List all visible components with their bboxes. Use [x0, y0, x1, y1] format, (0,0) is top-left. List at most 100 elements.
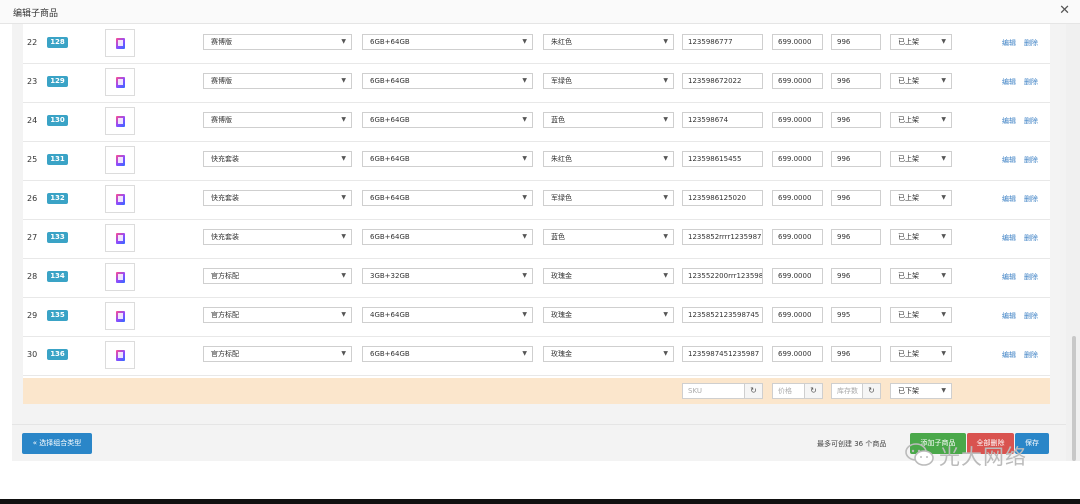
edit-link[interactable]: 编辑	[1002, 77, 1016, 87]
refresh-icon[interactable]: ↻	[805, 383, 823, 399]
variant-select[interactable]: 快充套装 ▼	[203, 151, 352, 167]
stock-input[interactable]: 996	[831, 112, 881, 128]
product-thumbnail[interactable]	[105, 341, 135, 369]
stock-input[interactable]: 996	[831, 190, 881, 206]
sku-input[interactable]: 123598615455	[682, 151, 763, 167]
edit-link[interactable]: 编辑	[1002, 116, 1016, 126]
storage-select[interactable]: 6GB+64GB ▼	[362, 190, 533, 206]
color-select[interactable]: 蓝色 ▼	[543, 112, 674, 128]
price-input[interactable]: 699.0000	[772, 151, 823, 167]
delete-link[interactable]: 删除	[1024, 311, 1038, 321]
variant-select[interactable]: 官方标配 ▼	[203, 307, 352, 323]
price-input[interactable]: 699.0000	[772, 73, 823, 89]
status-select[interactable]: 已上架 ▼	[890, 190, 952, 206]
vertical-scrollbar[interactable]	[1066, 24, 1080, 461]
color-select[interactable]: 朱红色 ▼	[543, 34, 674, 50]
status-select[interactable]: 已上架 ▼	[890, 268, 952, 284]
sku-input[interactable]: 1235987451235987	[682, 346, 763, 362]
product-thumbnail[interactable]	[105, 185, 135, 213]
stock-input[interactable]: 996	[831, 268, 881, 284]
delete-link[interactable]: 删除	[1024, 77, 1038, 87]
status-select[interactable]: 已上架 ▼	[890, 112, 952, 128]
status-select[interactable]: 已上架 ▼	[890, 34, 952, 50]
edit-link[interactable]: 编辑	[1002, 311, 1016, 321]
product-thumbnail[interactable]	[105, 263, 135, 291]
color-select[interactable]: 玫瑰金 ▼	[543, 346, 674, 362]
product-thumbnail[interactable]	[105, 107, 135, 135]
delete-link[interactable]: 删除	[1024, 233, 1038, 243]
sku-input[interactable]: 123598672022	[682, 73, 763, 89]
batch-status-select[interactable]: 已下架 ▼	[890, 383, 952, 399]
stock-input[interactable]: 996	[831, 73, 881, 89]
stock-input[interactable]: 996	[831, 151, 881, 167]
storage-select[interactable]: 3GB+32GB ▼	[362, 268, 533, 284]
delete-link[interactable]: 删除	[1024, 38, 1038, 48]
storage-select[interactable]: 6GB+64GB ▼	[362, 229, 533, 245]
variant-select[interactable]: 快充套装 ▼	[203, 190, 352, 206]
batch-sku-input[interactable]: SKU	[682, 383, 745, 399]
sku-input[interactable]: 1235852123598745	[682, 307, 763, 323]
variant-select[interactable]: 赛博版 ▼	[203, 34, 352, 50]
price-input[interactable]: 699.0000	[772, 307, 823, 323]
delete-link[interactable]: 删除	[1024, 350, 1038, 360]
edit-link[interactable]: 编辑	[1002, 155, 1016, 165]
product-thumbnail[interactable]	[105, 29, 135, 57]
price-input[interactable]: 699.0000	[772, 190, 823, 206]
product-thumbnail[interactable]	[105, 302, 135, 330]
edit-link[interactable]: 编辑	[1002, 233, 1016, 243]
sku-input[interactable]: 123598674	[682, 112, 763, 128]
color-select[interactable]: 军绿色 ▼	[543, 190, 674, 206]
storage-select[interactable]: 6GB+64GB ▼	[362, 151, 533, 167]
stock-input[interactable]: 995	[831, 307, 881, 323]
variant-select[interactable]: 快充套装 ▼	[203, 229, 352, 245]
delete-link[interactable]: 删除	[1024, 116, 1038, 126]
color-select[interactable]: 军绿色 ▼	[543, 73, 674, 89]
storage-select[interactable]: 6GB+64GB ▼	[362, 73, 533, 89]
sku-input[interactable]: 123552200rrr123598	[682, 268, 763, 284]
batch-stock-input[interactable]: 库存数	[831, 383, 863, 399]
sku-input[interactable]: 1235986125020	[682, 190, 763, 206]
edit-link[interactable]: 编辑	[1002, 272, 1016, 282]
storage-select[interactable]: 6GB+64GB ▼	[362, 346, 533, 362]
price-input[interactable]: 699.0000	[772, 34, 823, 50]
stock-input[interactable]: 996	[831, 346, 881, 362]
product-thumbnail[interactable]	[105, 224, 135, 252]
delete-link[interactable]: 删除	[1024, 272, 1038, 282]
sku-input[interactable]: 1235986777	[682, 34, 763, 50]
stock-input[interactable]: 996	[831, 229, 881, 245]
price-input[interactable]: 699.0000	[772, 112, 823, 128]
stock-input[interactable]: 996	[831, 34, 881, 50]
delete-link[interactable]: 删除	[1024, 155, 1038, 165]
product-thumbnail[interactable]	[105, 68, 135, 96]
variant-select[interactable]: 赛博版 ▼	[203, 112, 352, 128]
status-select[interactable]: 已上架 ▼	[890, 229, 952, 245]
price-input[interactable]: 699.0000	[772, 229, 823, 245]
storage-select[interactable]: 4GB+64GB ▼	[362, 307, 533, 323]
select-combination-type-button[interactable]: « 选择组合类型	[22, 433, 92, 454]
status-select[interactable]: 已上架 ▼	[890, 151, 952, 167]
variant-select[interactable]: 赛博版 ▼	[203, 73, 352, 89]
scrollbar-thumb[interactable]	[1072, 336, 1076, 461]
sku-input[interactable]: 1235852rrrr1235987	[682, 229, 763, 245]
storage-select[interactable]: 6GB+64GB ▼	[362, 112, 533, 128]
refresh-icon[interactable]: ↻	[863, 383, 881, 399]
color-select[interactable]: 玫瑰金 ▼	[543, 307, 674, 323]
price-input[interactable]: 699.0000	[772, 346, 823, 362]
product-thumbnail[interactable]	[105, 146, 135, 174]
status-select[interactable]: 已上架 ▼	[890, 346, 952, 362]
delete-link[interactable]: 删除	[1024, 194, 1038, 204]
price-input[interactable]: 699.0000	[772, 268, 823, 284]
status-select[interactable]: 已上架 ▼	[890, 307, 952, 323]
variant-select[interactable]: 官方标配 ▼	[203, 268, 352, 284]
close-icon[interactable]: ✕	[1059, 3, 1070, 18]
storage-select[interactable]: 6GB+64GB ▼	[362, 34, 533, 50]
color-select[interactable]: 玫瑰金 ▼	[543, 268, 674, 284]
edit-link[interactable]: 编辑	[1002, 194, 1016, 204]
edit-link[interactable]: 编辑	[1002, 38, 1016, 48]
color-select[interactable]: 朱红色 ▼	[543, 151, 674, 167]
variant-select[interactable]: 官方标配 ▼	[203, 346, 352, 362]
batch-price-input[interactable]: 价格	[772, 383, 805, 399]
status-select[interactable]: 已上架 ▼	[890, 73, 952, 89]
refresh-icon[interactable]: ↻	[745, 383, 763, 399]
color-select[interactable]: 蓝色 ▼	[543, 229, 674, 245]
